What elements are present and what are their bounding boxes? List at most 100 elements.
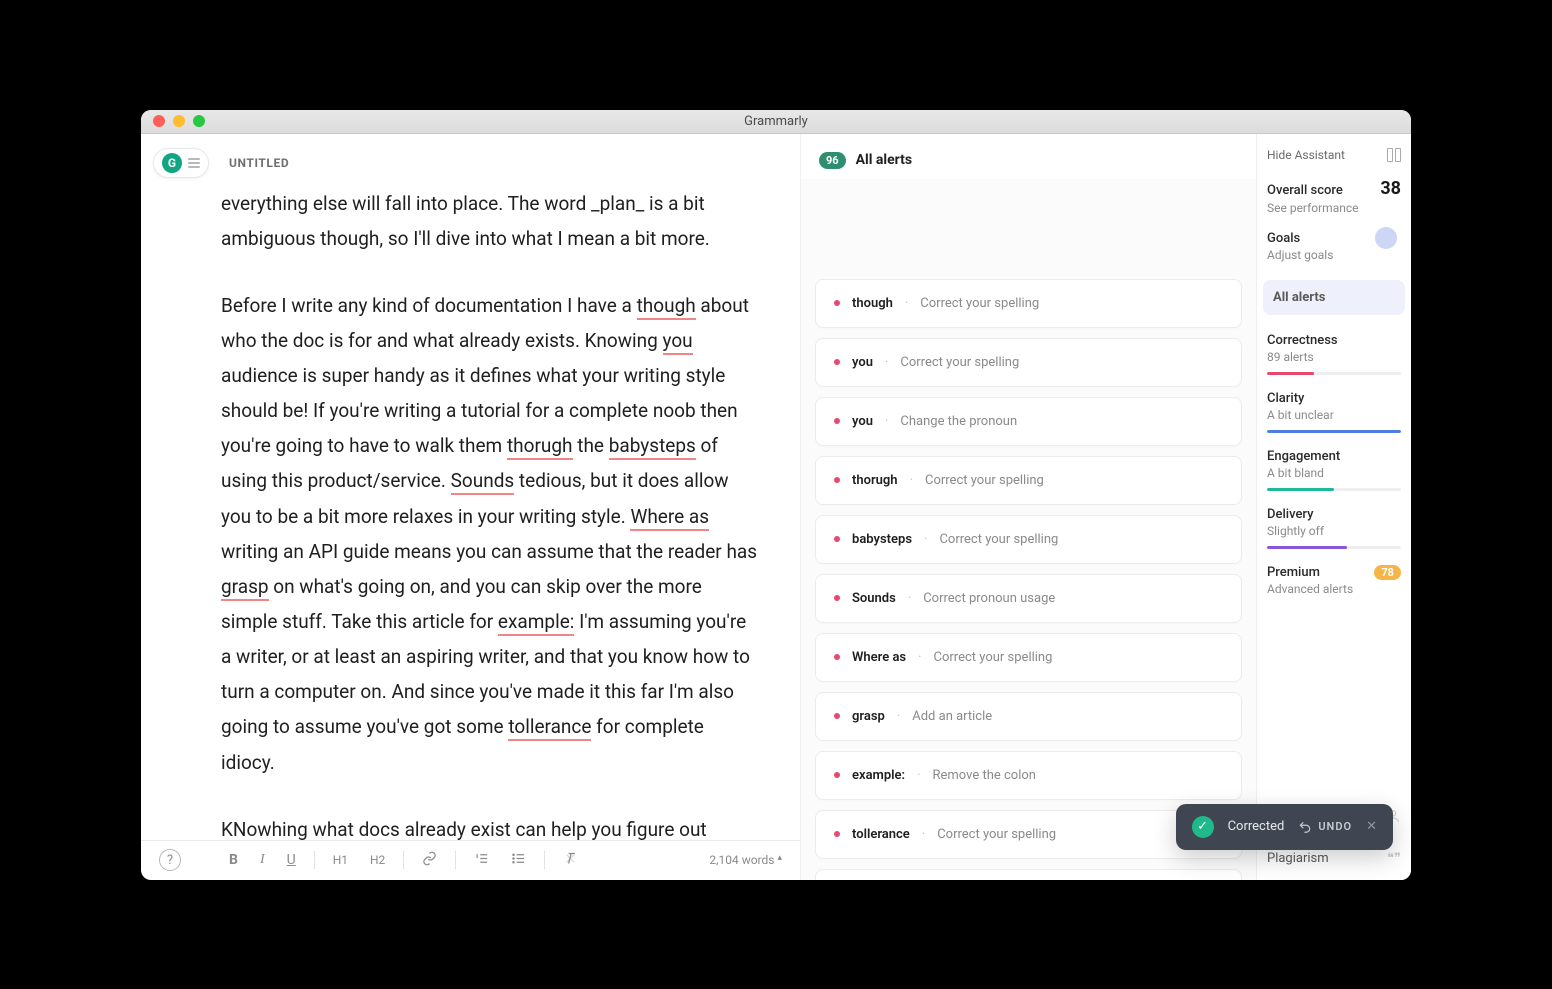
goals-indicator-icon [1375, 227, 1397, 249]
error-grasp[interactable]: grasp [221, 575, 269, 601]
h1-button[interactable]: H1 [329, 851, 352, 869]
bottom-toolbar: ? B I U H1 H2 [141, 840, 800, 880]
overall-score-section[interactable]: Overall score 38 See performance [1267, 178, 1401, 215]
alert-dot-icon [834, 418, 840, 424]
alert-card[interactable]: thorugh·Correct your spelling [815, 456, 1242, 505]
alert-dot-icon [834, 772, 840, 778]
assistant-sidebar: Hide Assistant Overall score 38 See perf… [1256, 134, 1411, 880]
score-sub: See performance [1267, 201, 1401, 215]
alert-word: Sounds [852, 591, 896, 606]
alerts-header: 96 All alerts [801, 134, 1256, 179]
alert-card[interactable]: though·Correct your spelling [815, 279, 1242, 328]
check-icon: ✓ [1192, 816, 1214, 838]
plagiarism-link[interactable]: Plagiarism ❝❞ [1267, 851, 1401, 866]
alert-dot-icon [834, 713, 840, 719]
error-sounds[interactable]: Sounds [451, 469, 515, 495]
alert-separator: · [908, 591, 911, 606]
alert-card[interactable]: babysteps·Correct your spelling [815, 515, 1242, 564]
titlebar: Grammarly [141, 110, 1411, 134]
alert-word: thorugh [852, 473, 898, 488]
alert-message: Correct your spelling [900, 355, 1019, 370]
paragraph-3: KNowhing what docs already exist can hel… [221, 812, 760, 840]
hide-assistant-button[interactable]: Hide Assistant [1267, 148, 1401, 162]
correctness-label: Correctness [1267, 333, 1401, 348]
ordered-list-button[interactable] [470, 849, 493, 872]
close-toast-button[interactable]: ✕ [1366, 819, 1377, 834]
alert-word: Where as [852, 650, 906, 665]
engagement-label: Engagement [1267, 449, 1401, 464]
clear-formatting-button[interactable] [559, 849, 582, 872]
alert-message: Correct pronoun usage [923, 591, 1055, 606]
error-example[interactable]: example: [498, 610, 574, 636]
toolbar-separator [314, 851, 315, 869]
editor-text[interactable]: everything else will fall into place. Th… [221, 186, 760, 840]
alert-message: Correct your spelling [920, 296, 1039, 311]
error-babysteps[interactable]: babysteps [609, 434, 696, 460]
delivery-sub: Slightly off [1267, 524, 1401, 538]
filter-clarity[interactable]: Clarity A bit unclear [1267, 391, 1401, 433]
minimize-window-button[interactable] [173, 115, 185, 127]
alert-dot-icon [834, 831, 840, 837]
filter-correctness[interactable]: Correctness 89 alerts [1267, 333, 1401, 375]
alert-separator: · [924, 532, 927, 547]
delivery-bar [1267, 546, 1401, 549]
h2-button[interactable]: H2 [366, 851, 389, 869]
menu-lines-icon [188, 158, 200, 168]
alert-card[interactable]: Where as · Correct your spelling [815, 633, 1242, 682]
alert-separator: · [910, 473, 913, 488]
alert-card[interactable]: you · Correct your spelling [815, 338, 1242, 387]
bold-button[interactable]: B [225, 850, 242, 870]
maximize-window-button[interactable] [193, 115, 205, 127]
corrected-toast: ✓ Corrected UNDO ✕ [1176, 804, 1393, 850]
alert-word: you [852, 355, 873, 370]
error-you[interactable]: you [663, 329, 693, 355]
clarity-label: Clarity [1267, 391, 1401, 406]
toolbar-separator [544, 851, 545, 869]
alert-separator: · [885, 355, 888, 370]
error-thorugh[interactable]: thorugh [507, 434, 573, 460]
alert-word: babysteps [852, 532, 912, 547]
underline-button[interactable]: U [283, 850, 300, 870]
alert-card[interactable]: grasp·Add an article [815, 692, 1242, 741]
undo-button[interactable]: UNDO [1298, 820, 1352, 834]
document-title[interactable]: UNTITLED [229, 156, 289, 170]
alert-message: Change the pronoun [900, 414, 1017, 429]
error-though[interactable]: though [637, 294, 696, 320]
correctness-sub: 89 alerts [1267, 350, 1401, 364]
alert-separator: · [918, 650, 921, 665]
paragraph-1: everything else will fall into place. Th… [221, 186, 760, 256]
editor-column: G UNTITLED everything else will fall int… [141, 134, 801, 880]
close-window-button[interactable] [153, 115, 165, 127]
goals-section[interactable]: Goals Adjust goals [1267, 231, 1401, 262]
error-tollerance[interactable]: tollerance [508, 715, 591, 741]
editor-scroll[interactable]: everything else will fall into place. Th… [141, 186, 800, 840]
paragraph-2: Before I write any kind of documentation… [221, 288, 760, 780]
hide-assistant-label: Hide Assistant [1267, 148, 1345, 162]
alert-card[interactable]: example:·Remove the colon [815, 751, 1242, 800]
alert-word: you [852, 414, 873, 429]
filter-delivery[interactable]: Delivery Slightly off [1267, 507, 1401, 549]
alert-message: Correct your spelling [937, 827, 1056, 842]
clarity-bar [1267, 430, 1401, 433]
alert-card[interactable]: Sounds · Correct pronoun usage [815, 574, 1242, 623]
alerts-list[interactable]: though·Correct your spelling you · Correct … [801, 179, 1256, 880]
unordered-list-button[interactable] [507, 849, 530, 872]
word-count[interactable]: 2,104 words▴ [709, 853, 782, 867]
help-button[interactable]: ? [159, 849, 181, 871]
italic-button[interactable]: I [256, 850, 269, 870]
filter-all-alerts[interactable]: All alerts [1263, 280, 1405, 315]
link-button[interactable] [418, 849, 441, 872]
premium-sub: Advanced alerts [1267, 582, 1401, 596]
error-whereas[interactable]: Where as [630, 505, 709, 531]
error-knowhing[interactable]: KNowhing [221, 818, 308, 840]
filter-engagement[interactable]: Engagement A bit bland [1267, 449, 1401, 491]
alert-card[interactable]: you·Change the pronoun [815, 397, 1242, 446]
alert-message: Correct your spelling [934, 650, 1053, 665]
plagiarism-label: Plagiarism [1267, 851, 1329, 866]
alert-dot-icon [834, 359, 840, 365]
logo-pill[interactable]: G [153, 148, 209, 178]
filter-premium[interactable]: Premium 78 Advanced alerts [1267, 565, 1401, 596]
alert-card[interactable]: KNowhing·Correct your spelling [815, 869, 1242, 880]
quotes-icon: ❝❞ [1387, 851, 1401, 866]
alert-word: tollerance [852, 827, 910, 842]
